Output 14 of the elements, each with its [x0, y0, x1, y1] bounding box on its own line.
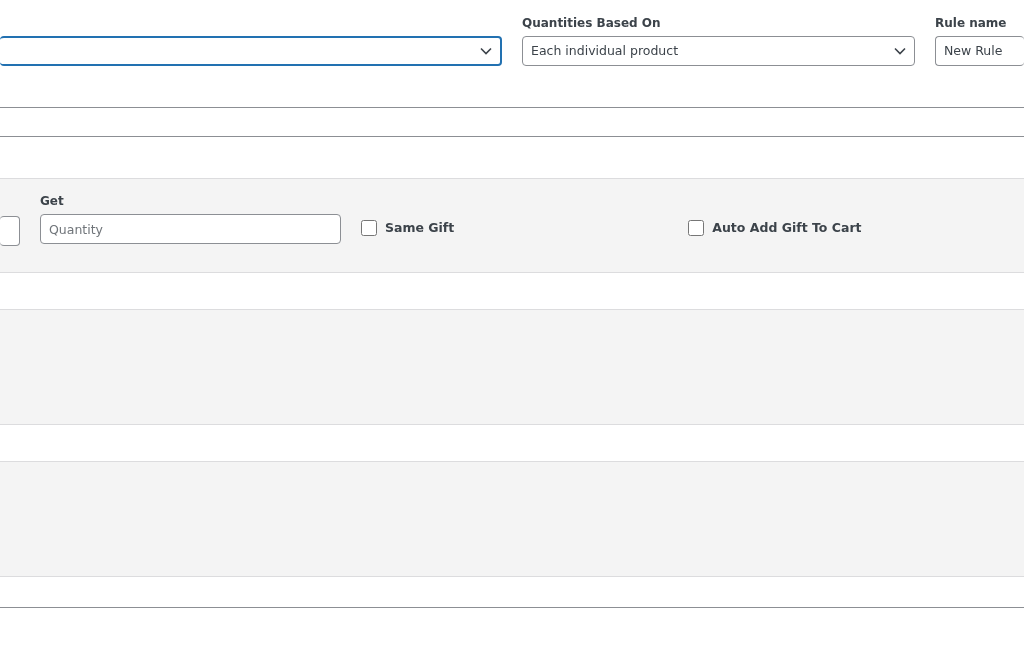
checkbox[interactable]: [361, 220, 377, 237]
field-label: Get: [40, 194, 64, 208]
input-field[interactable]: [0, 216, 20, 246]
chevron-down-icon: [480, 47, 492, 55]
dropdown[interactable]: Each individual product: [522, 36, 915, 66]
dropdown[interactable]: [0, 36, 502, 66]
checkbox-label: Auto Add Gift To Cart: [712, 219, 862, 237]
field-label: Rule name: [935, 16, 1007, 30]
chevron-down-icon: [894, 47, 906, 55]
checkbox[interactable]: [688, 220, 705, 237]
text-field[interactable]: New Rule: [935, 36, 1024, 66]
field-label: Quantities Based On: [522, 16, 661, 30]
checkbox-label: Same Gift: [385, 219, 455, 237]
quantity-field[interactable]: Quantity: [40, 214, 341, 244]
